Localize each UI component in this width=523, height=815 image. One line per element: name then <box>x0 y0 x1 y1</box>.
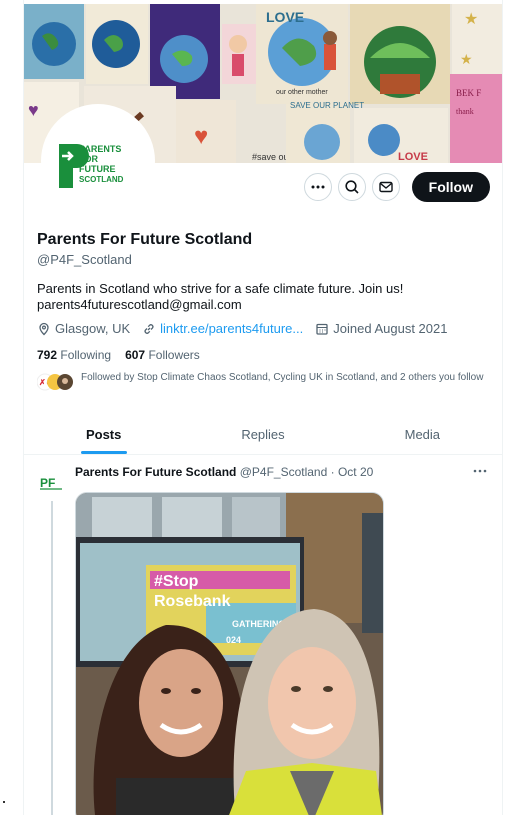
image-text-stop: #Stop <box>154 573 199 590</box>
profile-link[interactable]: linktr.ee/parents4future... <box>160 321 303 336</box>
followers-link[interactable]: 607 Followers <box>125 348 200 362</box>
svg-text:★: ★ <box>464 11 478 28</box>
tab-posts[interactable]: Posts <box>24 414 183 454</box>
banner-text-love: LOVE <box>266 9 304 25</box>
following-count: 792 <box>37 348 58 362</box>
calendar-icon <box>316 323 328 335</box>
logo-line-1: PARENTS <box>79 144 121 154</box>
follow-button[interactable]: Follow <box>411 172 490 202</box>
avatar-logo: PARENTS FOR FUTURE SCOTLAND <box>45 108 151 214</box>
page-dot <box>3 801 5 803</box>
post-avatar-text: PF <box>40 476 55 490</box>
follow-counts: 792 Following 607 Followers <box>37 348 200 362</box>
profile-bio: Parents in Scotland who strive for a saf… <box>37 281 403 313</box>
logo-line-4: SCOTLAND <box>79 175 124 184</box>
link-item[interactable]: linktr.ee/parents4future... <box>142 321 303 336</box>
post-date[interactable]: Oct 20 <box>338 465 373 479</box>
profile-avatar[interactable]: PARENTS FOR FUTURE SCOTLAND <box>41 104 155 218</box>
post-more-button[interactable] <box>472 463 488 484</box>
mail-icon <box>378 181 393 193</box>
svg-text:BEK F: BEK F <box>456 88 481 98</box>
svg-text:★: ★ <box>460 51 473 67</box>
profile-column: LOVE our other mother ★ ★ BEK F thank ♥ … <box>23 0 503 815</box>
post-header: Parents For Future Scotland @P4F_Scotlan… <box>75 465 373 479</box>
link-icon <box>144 323 154 334</box>
post-separator: · <box>330 465 335 479</box>
more-icon <box>311 185 325 189</box>
location-item: Glasgow, UK <box>37 321 130 336</box>
search-icon <box>345 180 359 194</box>
follower-avatars: ✗✓ <box>36 372 73 392</box>
more-icon <box>473 469 487 473</box>
search-button[interactable] <box>337 173 366 201</box>
post[interactable]: PF Parents For Future Scotland @P4F_Scot… <box>24 455 502 815</box>
logo-line-3: FUTURE <box>79 164 116 174</box>
profile-handle: @P4F_Scotland <box>37 252 132 267</box>
following-label: Following <box>60 348 112 362</box>
profile-meta: Glasgow, UK linktr.ee/parents4future... … <box>37 321 455 336</box>
profile-tabs: Posts Replies Media <box>24 414 502 455</box>
svg-text:thank: thank <box>456 107 474 116</box>
image-text-rosebank: Rosebank <box>154 593 231 610</box>
followed-by[interactable]: ✗✓ Followed by Stop Climate Chaos Scotla… <box>36 372 487 392</box>
profile-actions: Follow <box>303 172 490 202</box>
following-link[interactable]: 792 Following <box>37 348 111 362</box>
location-icon <box>39 322 49 335</box>
followers-label: Followers <box>148 348 200 362</box>
image-text-year: 024 <box>226 635 241 645</box>
post-handle[interactable]: @P4F_Scotland <box>240 465 328 479</box>
joined-item: Joined August 2021 <box>315 321 447 336</box>
followers-count: 607 <box>125 348 146 362</box>
followed-by-text: Followed by Stop Climate Chaos Scotland,… <box>81 372 484 383</box>
message-button[interactable] <box>371 173 400 201</box>
tab-media[interactable]: Media <box>343 414 502 454</box>
post-avatar[interactable]: PF <box>37 468 67 498</box>
post-media-image[interactable]: #Stop Rosebank GATHERING 024 <box>75 492 384 815</box>
joined-text: Joined August 2021 <box>333 321 448 336</box>
post-author[interactable]: Parents For Future Scotland <box>75 465 236 479</box>
thread-line <box>51 501 53 815</box>
profile-name: Parents For Future Scotland <box>37 231 253 248</box>
more-button[interactable] <box>303 173 332 201</box>
tab-replies[interactable]: Replies <box>183 414 342 454</box>
logo-line-2: FOR <box>79 154 98 164</box>
banner-text-save: SAVE OUR PLANET <box>290 101 364 110</box>
location-text: Glasgow, UK <box>55 321 131 336</box>
svg-text:♥: ♥ <box>194 123 208 150</box>
banner-text-love-bottom: LOVE <box>398 151 428 163</box>
banner-text-mother: our other mother <box>276 89 328 96</box>
bio-email: parents4futurescotland@gmail.com <box>37 297 242 312</box>
svg-text:♥: ♥ <box>28 100 39 120</box>
bio-text: Parents in Scotland who strive for a saf… <box>37 281 404 296</box>
